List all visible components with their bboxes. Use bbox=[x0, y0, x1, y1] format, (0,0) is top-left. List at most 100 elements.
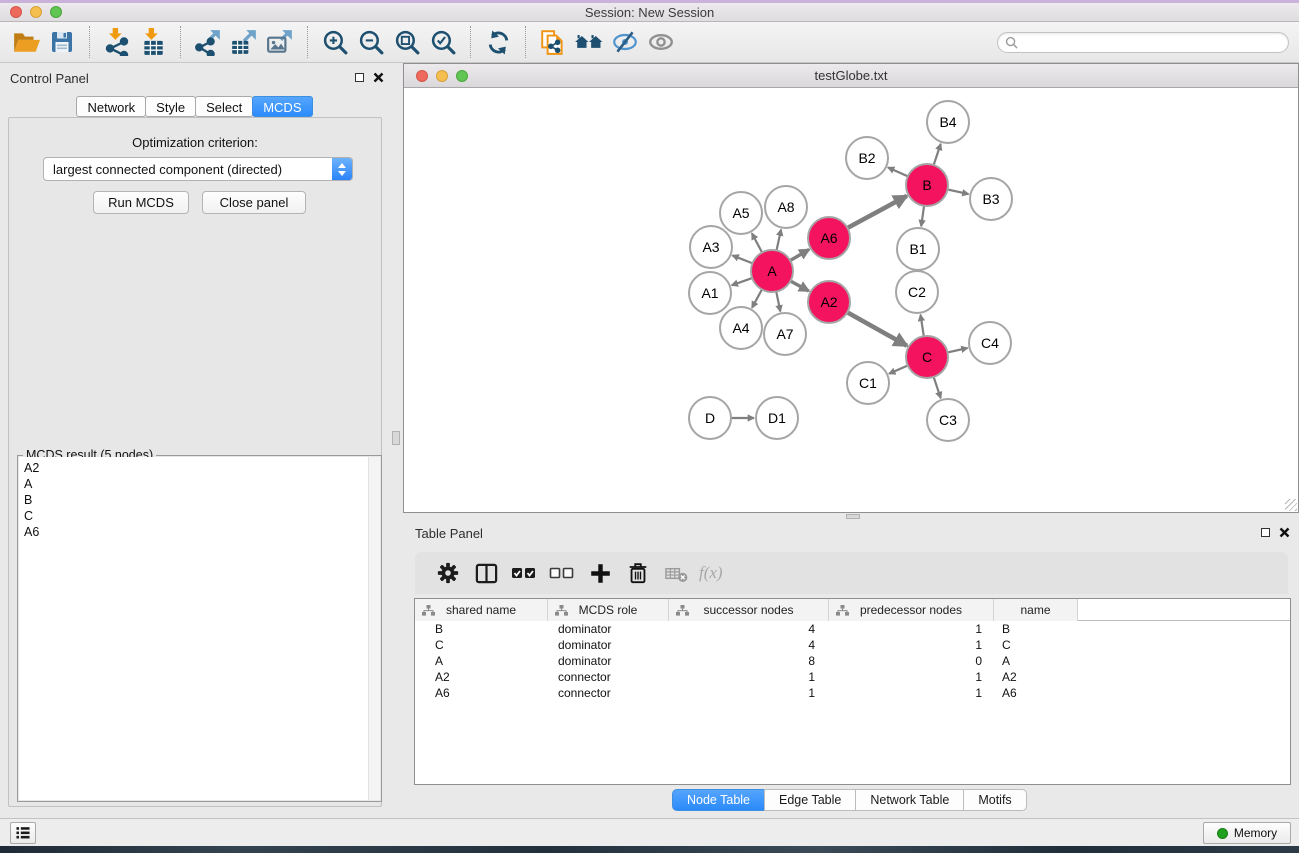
close-panel-icon[interactable] bbox=[373, 72, 384, 83]
memory-button[interactable]: Memory bbox=[1203, 822, 1291, 844]
node-D1[interactable]: D1 bbox=[756, 397, 798, 439]
run-mcds-button[interactable]: Run MCDS bbox=[93, 191, 189, 214]
float-panel-icon[interactable] bbox=[1261, 528, 1270, 537]
import-network-icon[interactable] bbox=[99, 24, 135, 60]
table-cell[interactable]: dominator bbox=[548, 638, 669, 652]
zoom-selected-icon[interactable] bbox=[425, 24, 461, 60]
zoom-in-icon[interactable] bbox=[317, 24, 353, 60]
table-cell[interactable]: 1 bbox=[669, 686, 829, 700]
horizontal-split-divider[interactable] bbox=[403, 513, 1299, 520]
table-cell[interactable]: dominator bbox=[548, 622, 669, 636]
table-cell[interactable]: connector bbox=[548, 670, 669, 684]
node-C4[interactable]: C4 bbox=[969, 322, 1011, 364]
zoom-out-icon[interactable] bbox=[353, 24, 389, 60]
column-view-icon[interactable] bbox=[467, 555, 505, 591]
divider-grip[interactable] bbox=[392, 431, 400, 445]
export-image-icon[interactable] bbox=[262, 24, 298, 60]
vertical-split-divider[interactable] bbox=[390, 63, 403, 818]
table-cell[interactable]: 1 bbox=[829, 622, 994, 636]
node-C3[interactable]: C3 bbox=[927, 399, 969, 441]
float-panel-icon[interactable] bbox=[355, 73, 364, 82]
tab-node-table[interactable]: Node Table bbox=[672, 789, 765, 811]
edge-A2-C[interactable] bbox=[844, 310, 907, 345]
table-cell[interactable]: C bbox=[415, 638, 548, 652]
delete-column-icon[interactable] bbox=[619, 555, 657, 591]
resize-corner-icon[interactable] bbox=[1285, 499, 1297, 511]
table-cell[interactable]: A6 bbox=[994, 686, 1078, 700]
column-header-successor-nodes[interactable]: successor nodes bbox=[669, 599, 829, 621]
network-window-titlebar[interactable]: testGlobe.txt bbox=[404, 64, 1298, 88]
node-B2[interactable]: B2 bbox=[846, 137, 888, 179]
list-item[interactable]: C bbox=[19, 508, 368, 524]
table-cell[interactable]: 4 bbox=[669, 622, 829, 636]
tab-edge-table[interactable]: Edge Table bbox=[764, 789, 856, 811]
table-row[interactable]: Bdominator41B bbox=[415, 621, 1290, 637]
tab-network-table[interactable]: Network Table bbox=[855, 789, 964, 811]
table-cell[interactable]: A6 bbox=[415, 686, 548, 700]
save-session-icon[interactable] bbox=[44, 24, 80, 60]
table-cell[interactable]: C bbox=[994, 638, 1078, 652]
list-item[interactable]: A bbox=[19, 476, 368, 492]
column-header-name[interactable]: name bbox=[994, 599, 1078, 621]
table-cell[interactable]: dominator bbox=[548, 654, 669, 668]
tab-select[interactable]: Select bbox=[195, 96, 253, 117]
edge-A6-B[interactable] bbox=[844, 196, 907, 230]
add-column-icon[interactable] bbox=[581, 555, 619, 591]
select-all-icon[interactable] bbox=[505, 555, 543, 591]
node-C2[interactable]: C2 bbox=[896, 271, 938, 313]
node-B1[interactable]: B1 bbox=[897, 228, 939, 270]
node-B4[interactable]: B4 bbox=[927, 101, 969, 143]
deselect-all-icon[interactable] bbox=[543, 555, 581, 591]
task-history-button[interactable] bbox=[10, 822, 36, 844]
list-item[interactable]: A2 bbox=[19, 460, 368, 476]
table-cell[interactable]: A bbox=[415, 654, 548, 668]
node-table[interactable]: shared nameMCDS rolesuccessor nodesprede… bbox=[414, 598, 1291, 785]
column-header-MCDS-role[interactable]: MCDS role bbox=[548, 599, 669, 621]
home-icon[interactable] bbox=[571, 24, 607, 60]
table-row[interactable]: Adominator80A bbox=[415, 653, 1290, 669]
node-A[interactable]: A bbox=[751, 250, 793, 292]
settings-gear-icon[interactable] bbox=[429, 555, 467, 591]
table-cell[interactable]: 1 bbox=[829, 670, 994, 684]
node-A6[interactable]: A6 bbox=[808, 217, 850, 259]
node-C1[interactable]: C1 bbox=[847, 362, 889, 404]
close-panel-button[interactable]: Close panel bbox=[202, 191, 306, 214]
column-header-predecessor-nodes[interactable]: predecessor nodes bbox=[829, 599, 994, 621]
table-cell[interactable]: connector bbox=[548, 686, 669, 700]
delete-table-icon[interactable] bbox=[657, 555, 695, 591]
toggle-graphics-details-icon[interactable] bbox=[607, 24, 643, 60]
column-header-shared-name[interactable]: shared name bbox=[415, 599, 548, 621]
table-cell[interactable]: A bbox=[994, 654, 1078, 668]
open-file-icon[interactable] bbox=[8, 24, 44, 60]
node-A1[interactable]: A1 bbox=[689, 272, 731, 314]
tab-network[interactable]: Network bbox=[76, 96, 146, 117]
table-row[interactable]: A2connector11A2 bbox=[415, 669, 1290, 685]
clone-network-icon[interactable] bbox=[535, 24, 571, 60]
table-cell[interactable]: 1 bbox=[829, 638, 994, 652]
table-cell[interactable]: 0 bbox=[829, 654, 994, 668]
node-A3[interactable]: A3 bbox=[690, 226, 732, 268]
tab-mcds[interactable]: MCDS bbox=[252, 96, 312, 117]
function-builder-icon[interactable]: f(x) bbox=[699, 563, 723, 583]
node-C[interactable]: C bbox=[906, 336, 948, 378]
node-A2[interactable]: A2 bbox=[808, 281, 850, 323]
import-table-icon[interactable] bbox=[135, 24, 171, 60]
table-cell[interactable]: B bbox=[415, 622, 548, 636]
table-cell[interactable]: 1 bbox=[829, 686, 994, 700]
node-A7[interactable]: A7 bbox=[764, 313, 806, 355]
node-B3[interactable]: B3 bbox=[970, 178, 1012, 220]
node-A5[interactable]: A5 bbox=[720, 192, 762, 234]
table-cell[interactable]: A2 bbox=[994, 670, 1078, 684]
table-cell[interactable]: 1 bbox=[669, 670, 829, 684]
node-A8[interactable]: A8 bbox=[765, 186, 807, 228]
search-input[interactable] bbox=[1022, 36, 1288, 50]
node-A4[interactable]: A4 bbox=[720, 307, 762, 349]
search-field[interactable] bbox=[997, 32, 1289, 53]
criterion-dropdown[interactable]: largest connected component (directed) bbox=[43, 157, 353, 181]
show-hide-panel-icon[interactable] bbox=[643, 24, 679, 60]
table-cell[interactable]: 8 bbox=[669, 654, 829, 668]
list-item[interactable]: A6 bbox=[19, 524, 368, 540]
table-row[interactable]: Cdominator41C bbox=[415, 637, 1290, 653]
table-cell[interactable]: 4 bbox=[669, 638, 829, 652]
node-B[interactable]: B bbox=[906, 164, 948, 206]
